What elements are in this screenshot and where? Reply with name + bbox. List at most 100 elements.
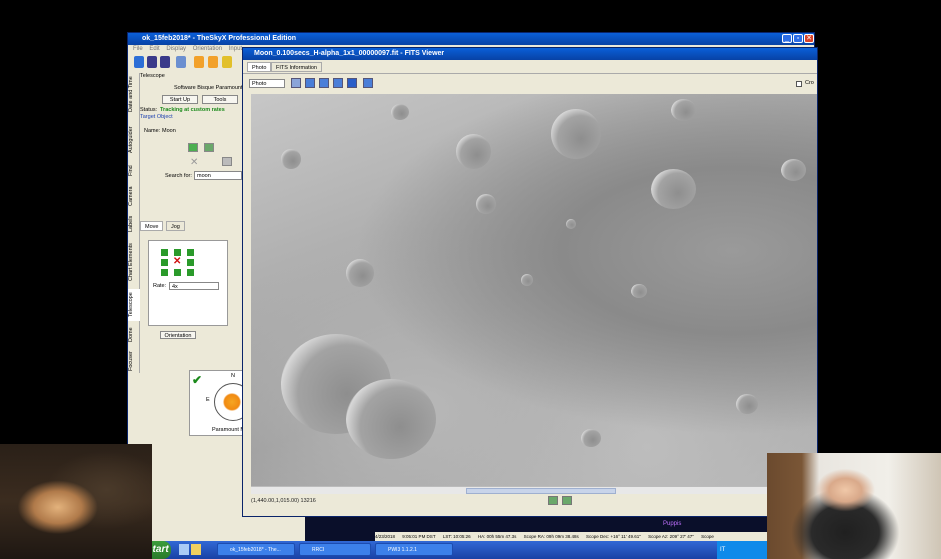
- tab-chart-elements[interactable]: Chart Elements: [128, 239, 140, 285]
- refresh-icon[interactable]: [176, 56, 186, 68]
- fit-window-icon[interactable]: [347, 78, 357, 88]
- restore-icon[interactable]: ▫: [793, 34, 803, 43]
- tab-camera[interactable]: Camera: [128, 183, 140, 209]
- tab-jog[interactable]: Jog: [166, 221, 185, 231]
- status-label: Status:: [140, 107, 158, 113]
- view-select[interactable]: Photo: [249, 79, 285, 88]
- arrow-icon[interactable]: [194, 56, 204, 68]
- tab-autoguider[interactable]: Autoguider: [128, 121, 140, 159]
- moon-image[interactable]: [251, 94, 817, 486]
- zoom-out-icon[interactable]: [333, 78, 343, 88]
- search-label: Search for:: [165, 173, 192, 179]
- tab-date-and-time[interactable]: Date and Time: [128, 73, 140, 115]
- compass-north: N: [231, 373, 235, 379]
- orientation-select[interactable]: Orientation: [160, 331, 196, 339]
- status-scope: Scope: [701, 534, 714, 539]
- fits-title-bar[interactable]: Moon_0.100secs_H-alpha_1x1_00000097.fit …: [243, 48, 817, 60]
- compass-east: E: [206, 397, 210, 403]
- mount-name: Software Bisque Paramount ME: [174, 85, 253, 91]
- webcam-left: [0, 444, 152, 559]
- status-bar: 4/23/2018 9:05:01 PM DST LST: 10:05:26 H…: [375, 532, 770, 541]
- previous-image-icon[interactable]: [548, 496, 558, 505]
- telescope-panel: Telescope Software Bisque Paramount ME S…: [140, 73, 255, 473]
- tab-photo[interactable]: Photo: [247, 62, 272, 72]
- tab-labels[interactable]: Labels: [128, 213, 140, 235]
- status-lst: LST: 10:05:26: [442, 534, 471, 539]
- menu-orientation[interactable]: Orientation: [193, 46, 222, 52]
- menu-display[interactable]: Display: [166, 46, 186, 52]
- tab-fits-information[interactable]: FITS Information: [271, 62, 322, 72]
- start-up-button[interactable]: Start Up: [162, 95, 198, 104]
- sun-icon: [223, 393, 241, 411]
- minimize-icon[interactable]: _: [782, 34, 792, 43]
- nw-arrow-icon[interactable]: [161, 249, 168, 256]
- name-value: Moon: [162, 128, 176, 134]
- crosshair-icon[interactable]: [363, 78, 373, 88]
- quicklaunch-icon[interactable]: [179, 544, 189, 555]
- status-date: 4/23/2018: [375, 534, 396, 539]
- close-icon[interactable]: ✕: [804, 34, 814, 43]
- search-input[interactable]: moon: [194, 171, 242, 180]
- person-icon[interactable]: [147, 56, 157, 68]
- person-blue-icon[interactable]: [160, 56, 170, 68]
- status-scope-dec: Scope Dec: +16° 11' 49.61": [585, 534, 641, 539]
- lock-icon[interactable]: [134, 56, 144, 68]
- abort-icon[interactable]: ✕: [190, 157, 198, 168]
- sw-arrow-icon[interactable]: [161, 269, 168, 276]
- tab-focuser[interactable]: Focuser: [128, 349, 140, 373]
- telescope-header: Telescope: [140, 73, 165, 79]
- menu-file[interactable]: File: [133, 46, 143, 52]
- menu-edit[interactable]: Edit: [149, 46, 159, 52]
- park-icon[interactable]: [222, 157, 232, 166]
- language-indicator[interactable]: IT: [720, 547, 725, 553]
- tab-telescope[interactable]: Telescope: [128, 289, 140, 321]
- tab-dome[interactable]: Dome: [128, 325, 140, 345]
- toolbar: [128, 54, 248, 72]
- webcam-right: [767, 453, 941, 559]
- rate-select[interactable]: 4x: [169, 282, 219, 290]
- pencil-icon[interactable]: [208, 56, 218, 68]
- crop-checkbox[interactable]: [796, 81, 802, 87]
- status-ha: HA: 00h 55m 47.3s: [477, 534, 517, 539]
- horizontal-scrollbar[interactable]: [251, 486, 817, 494]
- menu-input[interactable]: Input: [229, 46, 242, 52]
- s-arrow-icon[interactable]: [174, 269, 181, 276]
- status-scope-ra: Scope RA: 09h 09m 38.48s: [523, 534, 579, 539]
- taskbar-item-rrci[interactable]: RRCI: [299, 543, 371, 556]
- e-arrow-icon[interactable]: [187, 259, 194, 266]
- tab-divider: [243, 73, 817, 74]
- folder-icon[interactable]: [191, 544, 201, 555]
- pointer-icon[interactable]: [305, 78, 315, 88]
- status-scope-az: Scope Az: 209° 27' 47": [648, 534, 694, 539]
- histogram-icon[interactable]: [291, 78, 301, 88]
- stop-icon[interactable]: ✕: [173, 256, 181, 267]
- scrollbar-thumb[interactable]: [466, 488, 616, 494]
- ne-arrow-icon[interactable]: [187, 249, 194, 256]
- palette-icon[interactable]: [222, 56, 232, 68]
- zoom-in-icon[interactable]: [319, 78, 329, 88]
- sync-icon[interactable]: [204, 143, 214, 152]
- name-label: Name:: [144, 128, 161, 134]
- taskbar-item-pwi3[interactable]: PWI3 1.1.2.1: [375, 543, 453, 556]
- taskbar: start ok_15feb2018* - The... RRCI PWI3 1…: [127, 541, 787, 559]
- pixel-coordinates: (1,440.00,1,015.00) 13216: [251, 498, 316, 504]
- tab-move[interactable]: Move: [140, 221, 164, 231]
- status-time: 9:05:01 PM DST: [402, 534, 436, 539]
- next-image-icon[interactable]: [562, 496, 572, 505]
- status-value: Tracking at custom rates: [160, 107, 225, 113]
- constellation-label: Puppis: [663, 521, 682, 527]
- vertical-tabs: Date and Time Autoguider Find Camera Lab…: [128, 73, 140, 373]
- se-arrow-icon[interactable]: [187, 269, 194, 276]
- tools-button[interactable]: Tools: [202, 95, 238, 104]
- crop-label: Cro: [805, 80, 814, 86]
- taskbar-item-theskyx[interactable]: ok_15feb2018* - The...: [217, 543, 295, 556]
- skyx-title-bar[interactable]: ok_15feb2018* - TheSkyX Professional Edi…: [128, 33, 814, 45]
- slew-icon[interactable]: [188, 143, 198, 152]
- w-arrow-icon[interactable]: [161, 259, 168, 266]
- fits-viewer-window: Moon_0.100secs_H-alpha_1x1_00000097.fit …: [242, 47, 818, 517]
- move-pad: ✕ Rate: 4x: [148, 240, 228, 326]
- tab-find[interactable]: Find: [128, 161, 140, 181]
- rate-label: Rate:: [153, 283, 167, 289]
- target-object-link[interactable]: Target Object: [140, 114, 173, 120]
- n-arrow-icon[interactable]: [174, 249, 181, 256]
